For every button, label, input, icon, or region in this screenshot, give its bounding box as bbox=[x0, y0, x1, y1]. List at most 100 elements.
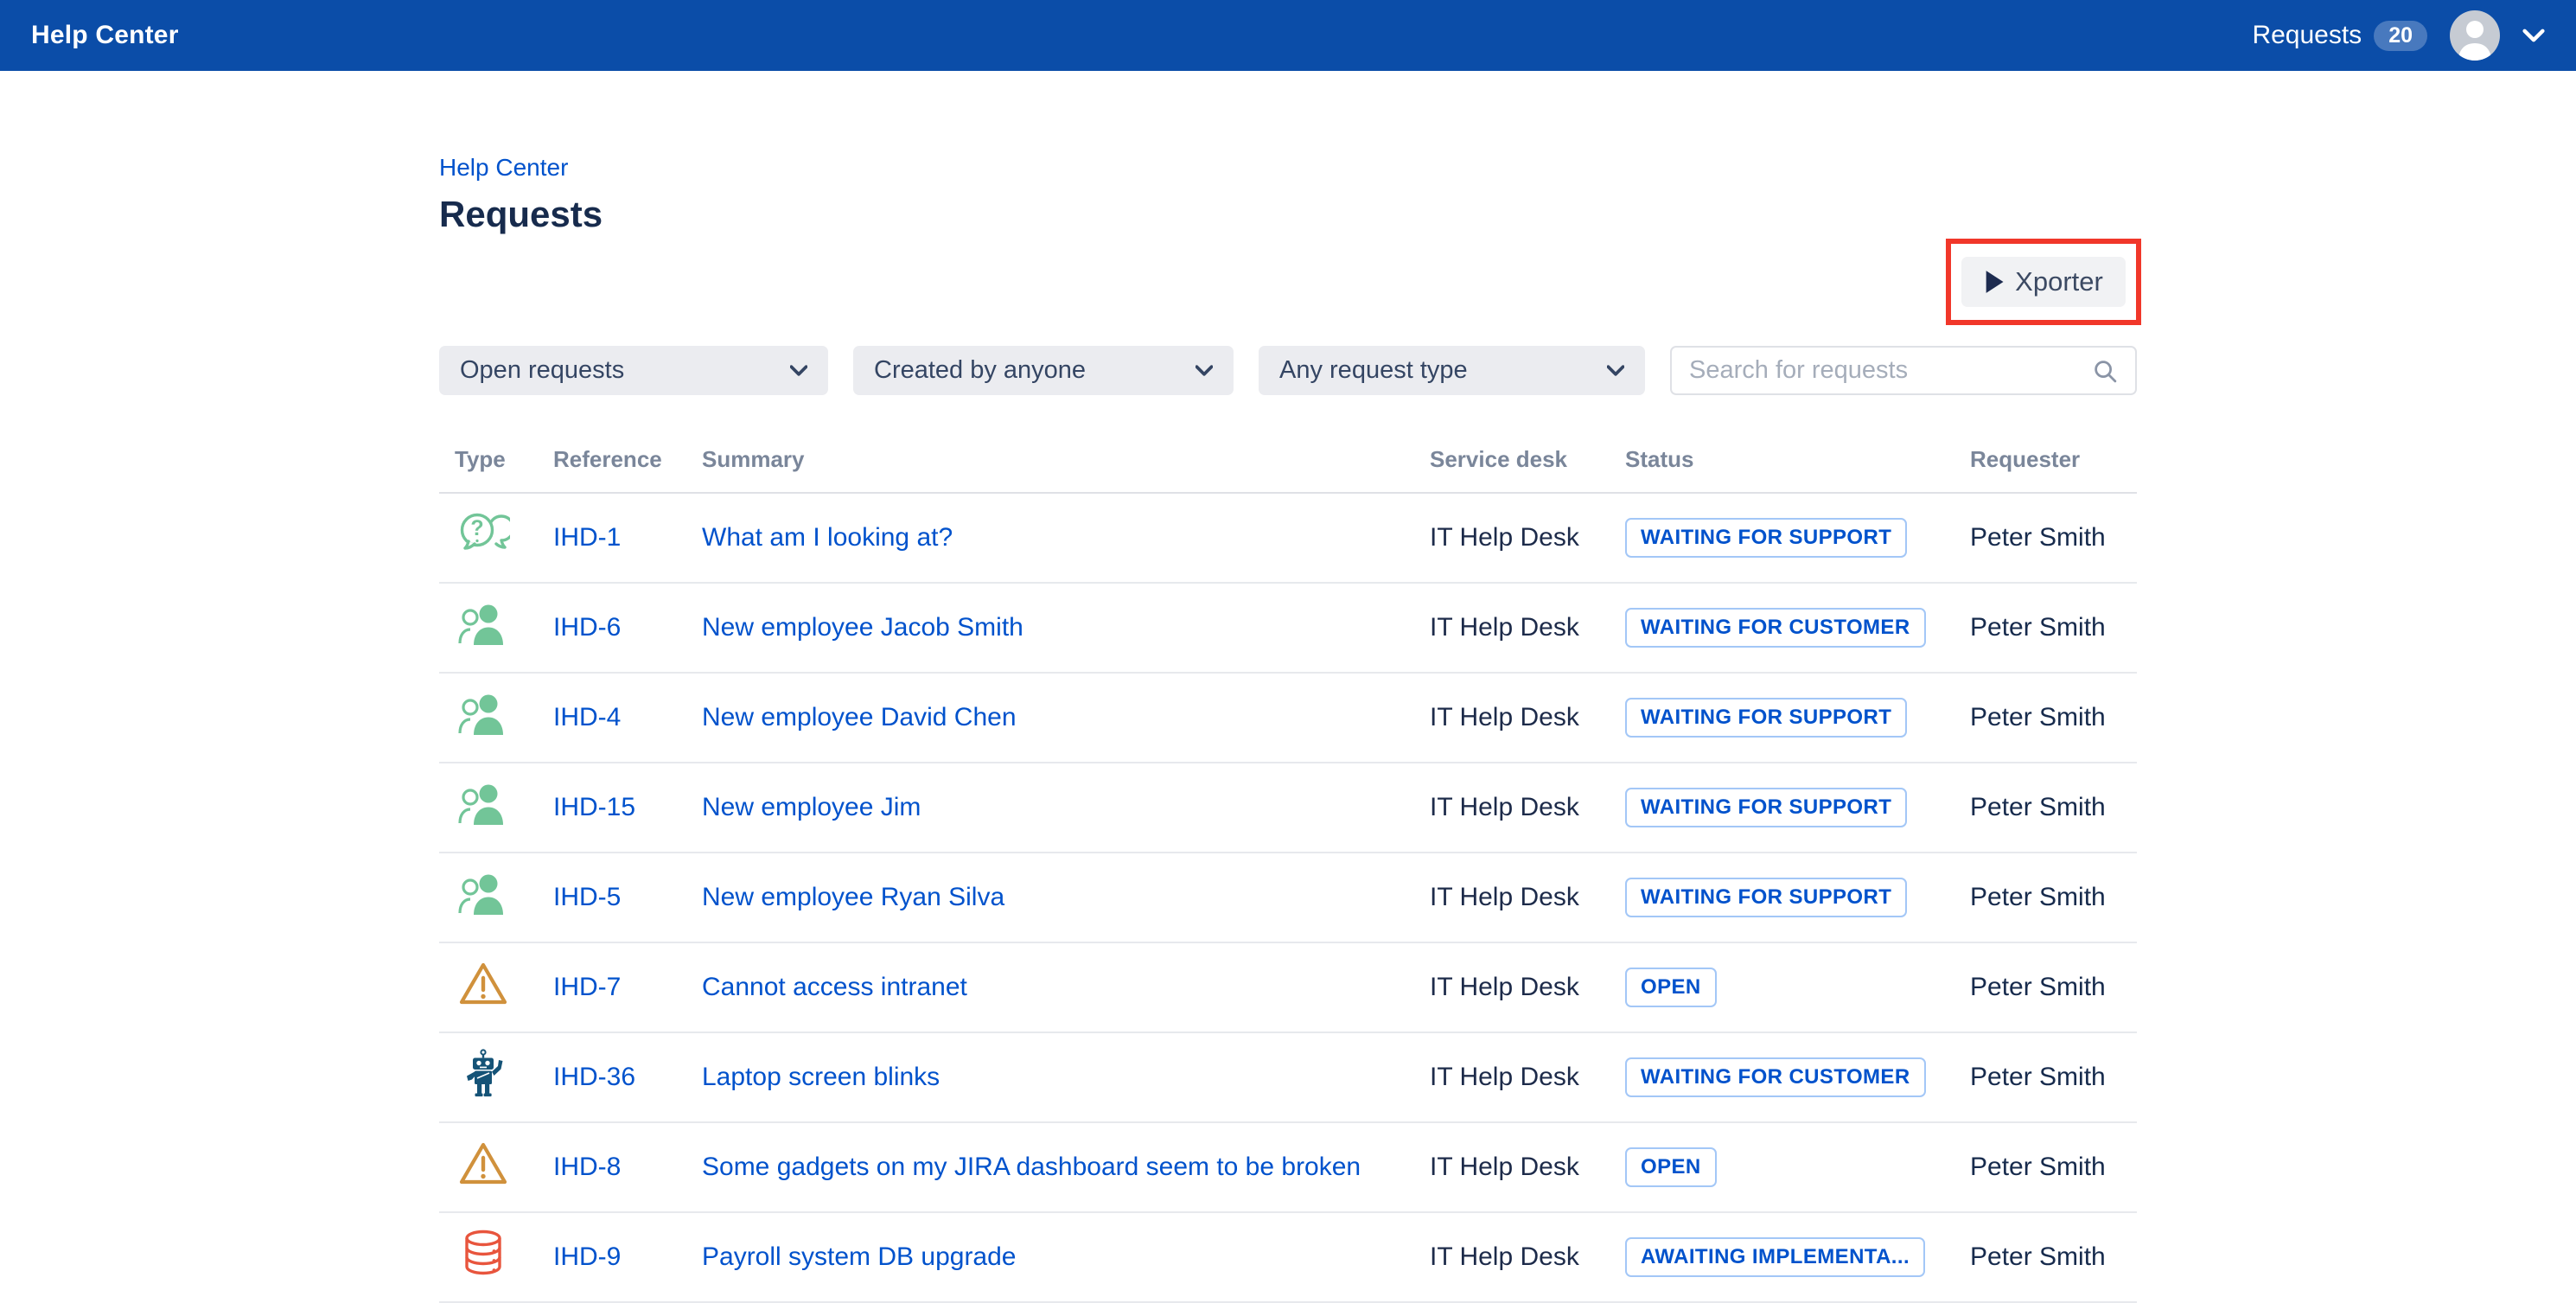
status-badge: OPEN bbox=[1625, 968, 1717, 1007]
top-navigation-bar: Help Center Requests 20 bbox=[0, 0, 2576, 71]
filter-bar: Open requests Created by anyone Any requ… bbox=[439, 346, 2137, 395]
nav-requests-link[interactable]: Requests 20 bbox=[2252, 21, 2427, 51]
creator-filter-dropdown[interactable]: Created by anyone bbox=[853, 346, 1234, 395]
service-desk-cell: IT Help Desk bbox=[1430, 613, 1625, 642]
chevron-down-icon bbox=[1607, 365, 1624, 376]
requester-cell: Peter Smith bbox=[1970, 613, 2137, 642]
new-employee-icon bbox=[456, 867, 510, 921]
service-desk-cell: IT Help Desk bbox=[1430, 703, 1625, 732]
requests-table: Type Reference Summary Service desk Stat… bbox=[439, 395, 2137, 1303]
request-reference-link[interactable]: IHD-8 bbox=[553, 1153, 621, 1181]
status-badge: WAITING FOR SUPPORT bbox=[1625, 698, 1907, 738]
creator-filter-value: Created by anyone bbox=[874, 356, 1086, 385]
warning-icon bbox=[456, 1137, 510, 1191]
request-reference-link[interactable]: IHD-9 bbox=[553, 1242, 621, 1271]
warning-icon bbox=[456, 957, 510, 1011]
play-icon bbox=[1984, 270, 2005, 294]
status-badge: WAITING FOR SUPPORT bbox=[1625, 788, 1907, 827]
table-header-row: Type Reference Summary Service desk Stat… bbox=[439, 395, 2137, 494]
request-summary-link[interactable]: Cannot access intranet bbox=[702, 973, 967, 1001]
xporter-button-label: Xporter bbox=[2015, 266, 2103, 297]
request-reference-link[interactable]: IHD-1 bbox=[553, 523, 621, 552]
request-summary-link[interactable]: New employee Jim bbox=[702, 793, 921, 821]
status-badge: OPEN bbox=[1625, 1147, 1717, 1187]
request-summary-link[interactable]: New employee Ryan Silva bbox=[702, 883, 1004, 911]
requests-count-badge: 20 bbox=[2374, 21, 2427, 51]
requester-cell: Peter Smith bbox=[1970, 523, 2137, 552]
request-summary-link[interactable]: New employee Jacob Smith bbox=[702, 613, 1023, 642]
new-employee-icon bbox=[456, 597, 510, 651]
request-reference-link[interactable]: IHD-15 bbox=[553, 793, 635, 821]
user-silhouette-icon bbox=[2450, 10, 2500, 61]
service-desk-cell: IT Help Desk bbox=[1430, 1153, 1625, 1182]
request-type-filter-dropdown[interactable]: Any request type bbox=[1259, 346, 1645, 395]
profile-chevron-down-icon[interactable] bbox=[2522, 29, 2545, 42]
table-row: IHD-6 New employee Jacob Smith IT Help D… bbox=[439, 584, 2137, 674]
request-summary-link[interactable]: Laptop screen blinks bbox=[702, 1063, 940, 1091]
new-employee-icon bbox=[456, 867, 510, 921]
topbar-right-group: Requests 20 bbox=[2252, 10, 2545, 61]
service-desk-cell: IT Help Desk bbox=[1430, 1242, 1625, 1272]
content-container: Help Center Requests Xporter Open reques… bbox=[439, 154, 2137, 1303]
red-highlight-box: Xporter bbox=[1946, 239, 2141, 325]
column-header-status: Status bbox=[1625, 446, 1970, 473]
request-summary-link[interactable]: Some gadgets on my JIRA dashboard seem t… bbox=[702, 1153, 1361, 1181]
table-row: IHD-4 New employee David Chen IT Help De… bbox=[439, 674, 2137, 763]
user-avatar-icon[interactable] bbox=[2450, 10, 2500, 61]
request-type-filter-value: Any request type bbox=[1279, 356, 1468, 385]
column-header-type: Type bbox=[439, 446, 553, 473]
new-employee-icon bbox=[456, 687, 510, 741]
status-badge: WAITING FOR SUPPORT bbox=[1625, 518, 1907, 558]
page-title: Requests bbox=[439, 194, 2137, 235]
service-desk-cell: IT Help Desk bbox=[1430, 793, 1625, 822]
request-reference-link[interactable]: IHD-36 bbox=[553, 1063, 635, 1091]
request-reference-link[interactable]: IHD-6 bbox=[553, 613, 621, 642]
request-reference-link[interactable]: IHD-5 bbox=[553, 883, 621, 911]
question-bubble-icon: ? bbox=[456, 508, 510, 561]
nav-requests-label: Requests bbox=[2252, 21, 2362, 50]
status-badge: AWAITING IMPLEMENTA... bbox=[1625, 1237, 1925, 1277]
request-summary-link[interactable]: New employee David Chen bbox=[702, 703, 1017, 731]
question-bubble-icon: ? bbox=[456, 508, 510, 561]
service-desk-cell: IT Help Desk bbox=[1430, 523, 1625, 552]
table-row: IHD-5 New employee Ryan Silva IT Help De… bbox=[439, 853, 2137, 943]
chevron-down-icon bbox=[790, 365, 807, 376]
status-badge: WAITING FOR CUSTOMER bbox=[1625, 608, 1926, 648]
new-employee-icon bbox=[456, 687, 510, 741]
search-icon bbox=[2092, 358, 2118, 384]
table-row: IHD-36 Laptop screen blinks IT Help Desk… bbox=[439, 1033, 2137, 1123]
request-summary-link[interactable]: What am I looking at? bbox=[702, 523, 953, 552]
new-employee-icon bbox=[456, 597, 510, 651]
breadcrumb-help-center-link[interactable]: Help Center bbox=[439, 154, 568, 181]
requester-cell: Peter Smith bbox=[1970, 1242, 2137, 1272]
new-employee-icon bbox=[456, 777, 510, 831]
request-type-cell bbox=[439, 597, 553, 658]
request-type-cell bbox=[439, 687, 553, 748]
robot-icon bbox=[456, 1047, 510, 1101]
request-type-cell bbox=[439, 1137, 553, 1198]
svg-text:?: ? bbox=[470, 516, 483, 540]
table-row: IHD-15 New employee Jim IT Help Desk WAI… bbox=[439, 763, 2137, 853]
request-summary-link[interactable]: Payroll system DB upgrade bbox=[702, 1242, 1017, 1271]
table-row: IHD-7 Cannot access intranet IT Help Des… bbox=[439, 943, 2137, 1033]
xporter-button[interactable]: Xporter bbox=[1961, 257, 2126, 307]
status-filter-dropdown[interactable]: Open requests bbox=[439, 346, 828, 395]
help-center-page: Help Center Requests 20 Help Center Requ… bbox=[0, 0, 2576, 1293]
requester-cell: Peter Smith bbox=[1970, 703, 2137, 732]
service-desk-cell: IT Help Desk bbox=[1430, 883, 1625, 912]
request-reference-link[interactable]: IHD-7 bbox=[553, 973, 621, 1001]
chevron-down-icon bbox=[1196, 365, 1213, 376]
column-header-service-desk: Service desk bbox=[1430, 446, 1625, 473]
request-type-cell bbox=[439, 957, 553, 1018]
brand-help-center-link[interactable]: Help Center bbox=[31, 21, 179, 50]
column-header-summary: Summary bbox=[702, 446, 1430, 473]
search-box bbox=[1670, 346, 2137, 395]
requester-cell: Peter Smith bbox=[1970, 1063, 2137, 1092]
service-desk-cell: IT Help Desk bbox=[1430, 1063, 1625, 1092]
request-reference-link[interactable]: IHD-4 bbox=[553, 703, 621, 731]
warning-icon bbox=[456, 957, 510, 1011]
request-type-cell bbox=[439, 867, 553, 928]
breadcrumb: Help Center bbox=[439, 154, 2137, 182]
search-input[interactable] bbox=[1689, 356, 2082, 385]
new-employee-icon bbox=[456, 777, 510, 831]
